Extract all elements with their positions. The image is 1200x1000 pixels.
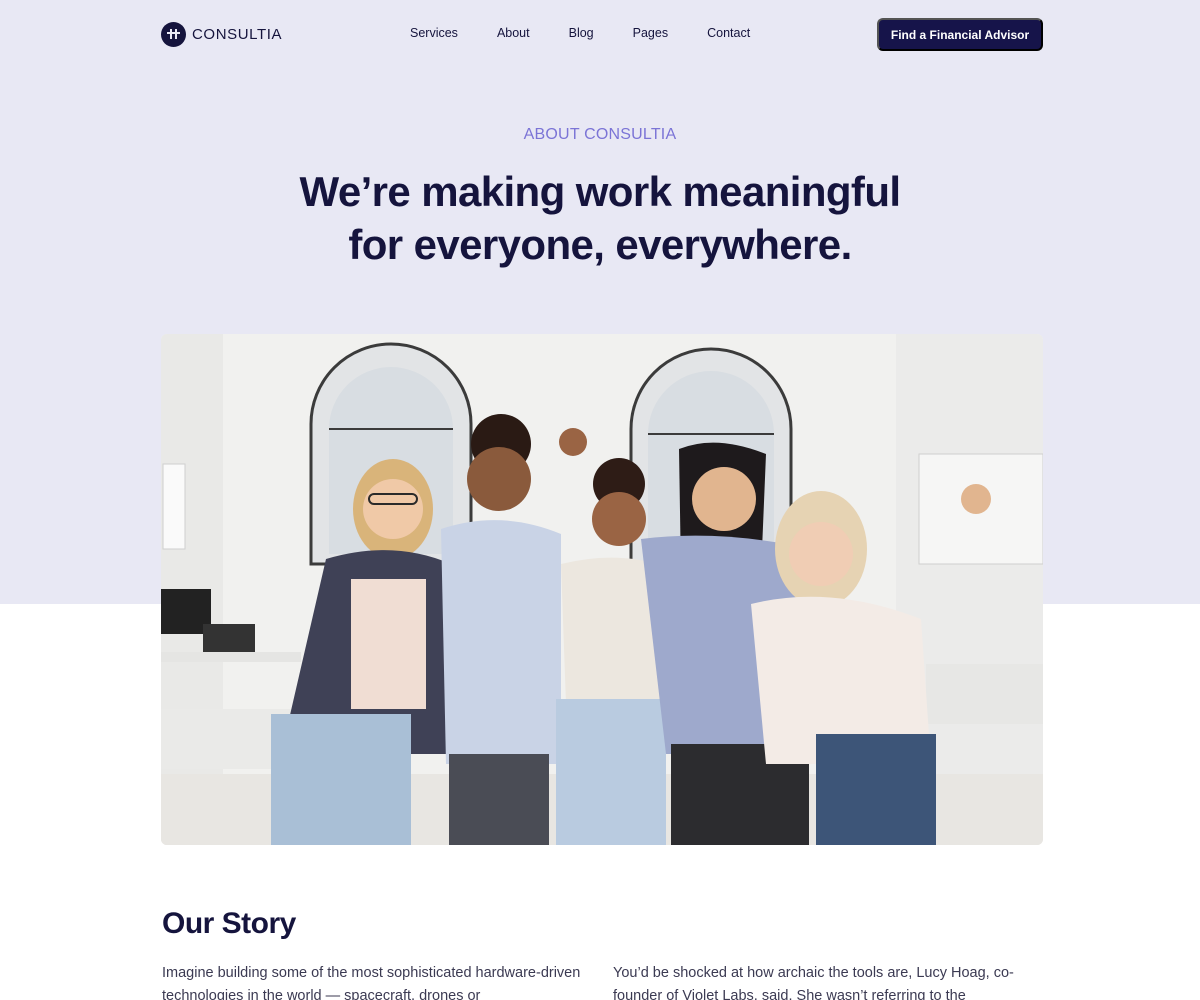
- headline-line-2: for everyone, everywhere.: [348, 221, 852, 268]
- nav-item-about[interactable]: About: [497, 26, 530, 40]
- find-advisor-button[interactable]: Find a Financial Advisor: [877, 18, 1043, 51]
- team-photo: [161, 334, 1043, 845]
- top-navigation: CONSULTIA Services About Blog Pages Cont…: [0, 0, 1200, 70]
- brand-logo[interactable]: CONSULTIA: [161, 22, 282, 47]
- nav-item-pages[interactable]: Pages: [633, 26, 668, 40]
- main-menu: Services About Blog Pages Contact: [410, 26, 750, 40]
- story-paragraph-left: Imagine building some of the most sophis…: [162, 965, 581, 1000]
- story-paragraph-right: You’d be shocked at how archaic the tool…: [613, 965, 1014, 1000]
- headline-line-1: We’re making work meaningful: [299, 168, 902, 215]
- page-headline: We’re making work meaningful for everyon…: [250, 165, 950, 271]
- nav-item-services[interactable]: Services: [410, 26, 458, 40]
- nav-item-contact[interactable]: Contact: [707, 26, 750, 40]
- logo-mark-icon: [161, 22, 186, 47]
- nav-item-blog[interactable]: Blog: [569, 26, 594, 40]
- brand-name: CONSULTIA: [192, 26, 283, 43]
- our-story-heading: Our Story: [162, 907, 296, 940]
- section-eyebrow: ABOUT CONSULTIA: [523, 126, 677, 143]
